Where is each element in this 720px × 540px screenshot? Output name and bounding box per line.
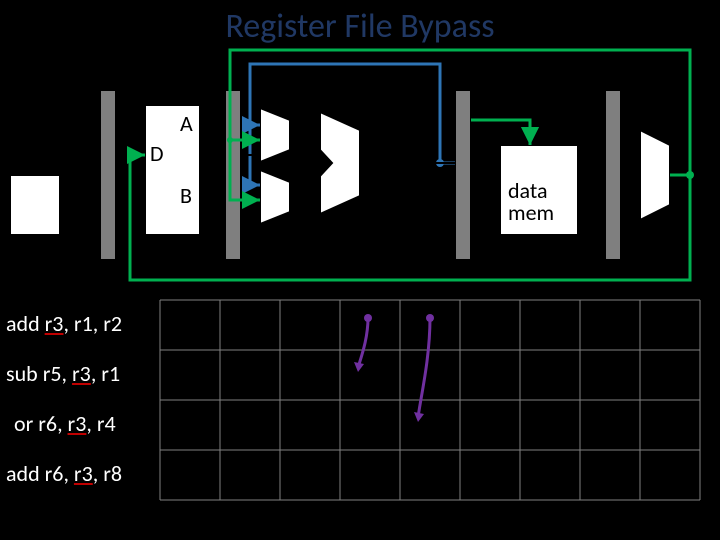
pipeline-grid: [0, 0, 720, 540]
